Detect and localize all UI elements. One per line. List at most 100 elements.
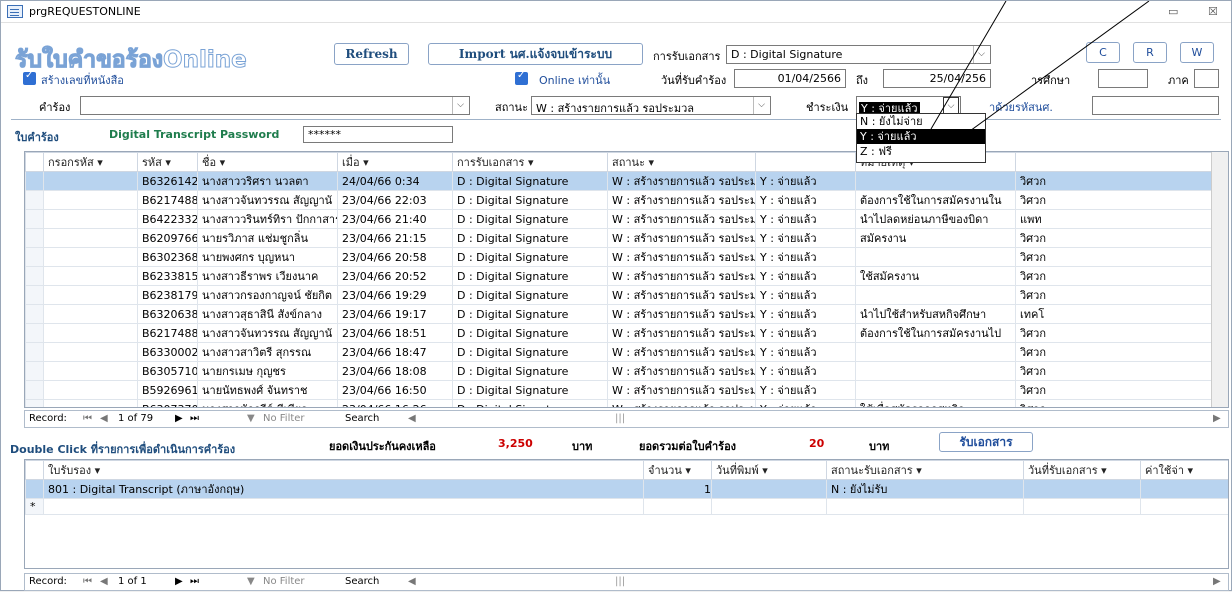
table-cell[interactable] (43, 323, 138, 343)
table-cell[interactable]: นายกรเมษ กุญชร (197, 361, 338, 381)
table-cell[interactable]: D : Digital Signature (452, 247, 608, 267)
new-record-row[interactable]: * (25, 498, 1228, 515)
table-cell[interactable] (43, 380, 138, 400)
table-cell[interactable]: วิศวก (1015, 266, 1214, 286)
table-cell[interactable] (855, 361, 1016, 381)
table-cell[interactable]: Y : จ่ายแล้ว (755, 190, 856, 210)
table-cell[interactable]: นางสาวจันทวรรณ สัญญานั (197, 323, 338, 343)
column-header[interactable]: ชื่อ ▾ (197, 152, 338, 172)
row-selector[interactable] (25, 342, 44, 362)
table-row[interactable]: 801 : Digital Transcript (ภาษาอังกฤษ) 1 N … (25, 479, 1228, 499)
table-cell[interactable] (43, 266, 138, 286)
table-cell[interactable]: W : สร้างรายการแล้ว รอประม (607, 247, 756, 267)
column-header[interactable]: ค่าใช้จ่า ▾ (1140, 460, 1228, 480)
next-record-icon[interactable]: ▶ (175, 413, 183, 424)
table-row[interactable]: B6217488 นางสาวจันทวรรณ สัญญานั 23/04/66 2… (25, 190, 1214, 210)
table-cell[interactable]: B6326142 (137, 171, 198, 191)
row-selector[interactable] (25, 479, 44, 499)
new-record-marker[interactable]: * (25, 498, 44, 515)
table-cell[interactable]: Y : จ่ายแล้ว (755, 361, 856, 381)
scroll-right-icon[interactable]: ▶ (1213, 576, 1221, 587)
table-row[interactable]: B6209766 นายรวิภาส แช่มชูกลิ่น 23/04/66 21… (25, 228, 1214, 248)
table-row[interactable]: B6238179 นางสาวกรองกาญจน์ ชัยกิต 23/04/66 … (25, 285, 1214, 305)
table-row[interactable]: B6233815 นางสาวธีราพร เวียงนาค 23/04/66 20… (25, 266, 1214, 286)
table-cell[interactable]: W : สร้างรายการแล้ว รอประม (607, 209, 756, 229)
table-cell[interactable]: Y : จ่ายแล้ว (755, 247, 856, 267)
table-cell[interactable]: B6307370 (137, 399, 198, 407)
table-cell[interactable]: W : สร้างรายการแล้ว รอประม (607, 323, 756, 343)
table-cell[interactable]: B6422332 (137, 209, 198, 229)
table-cell[interactable]: วิศวก (1015, 361, 1214, 381)
table-cell[interactable] (826, 498, 1024, 515)
table-cell[interactable] (43, 209, 138, 229)
online-only-checkbox[interactable] (515, 70, 528, 85)
scroll-thumb[interactable]: ||| (615, 576, 625, 587)
scroll-thumb[interactable]: ||| (615, 413, 625, 424)
table-cell[interactable]: B6209766 (137, 228, 198, 248)
row-selector[interactable] (25, 361, 44, 381)
column-header[interactable] (755, 152, 856, 172)
table-cell[interactable]: 801 : Digital Transcript (ภาษาอังกฤษ) (43, 479, 644, 499)
table-cell[interactable]: Y : จ่ายแล้ว (755, 171, 856, 191)
table-cell[interactable]: 23/04/66 21:15 (337, 228, 453, 248)
table-cell[interactable]: ใช้สมัครงาน (855, 266, 1016, 286)
table-cell[interactable]: B5926961 (137, 380, 198, 400)
column-header[interactable]: ใบรับรอง ▾ (43, 460, 644, 480)
vertical-scrollbar[interactable] (1211, 152, 1228, 407)
table-cell[interactable]: D : Digital Signature (452, 266, 608, 286)
table-cell[interactable] (43, 399, 138, 407)
table-row[interactable]: B6307370นางสาวนัจจรีย์ มีเพียร23/04/66 1… (25, 399, 1214, 407)
table-cell[interactable]: นางสาวนัจจรีย์ มีเพียร (197, 399, 338, 407)
table-cell[interactable]: 23/04/66 19:17 (337, 304, 453, 324)
table-row[interactable]: B6217488 นางสาวจันทวรรณ สัญญานั 23/04/66 1… (25, 323, 1214, 343)
record-position[interactable]: 1 of 1 (118, 576, 147, 587)
table-cell[interactable]: D : Digital Signature (452, 190, 608, 210)
table-cell[interactable]: วิศวก (1015, 399, 1214, 407)
term-input[interactable] (1194, 69, 1219, 88)
table-cell[interactable]: นายรวิภาส แช่มชูกลิ่น (197, 228, 338, 248)
table-cell[interactable]: วิศวก (1015, 228, 1214, 248)
table-cell[interactable]: นำไปลดหย่อนภาษีของบิดา (855, 209, 1016, 229)
dropdown-option[interactable]: Z : ฟรี (857, 144, 985, 159)
table-cell[interactable]: ใช้เพื่อสมัครออกสหกิจ (855, 399, 1016, 407)
create-no-checkbox[interactable] (23, 70, 36, 85)
c-button[interactable]: C (1086, 42, 1120, 63)
w-button[interactable]: W (1180, 42, 1214, 63)
table-cell[interactable]: 23/04/66 16:26 (337, 399, 453, 407)
table-cell[interactable] (43, 342, 138, 362)
next-record-icon[interactable]: ▶ (175, 576, 183, 587)
search-box[interactable]: Search (345, 413, 379, 424)
table-cell[interactable]: นางสาวกรองกาญจน์ ชัยกิต (197, 285, 338, 305)
table-cell[interactable]: D : Digital Signature (452, 399, 608, 407)
first-record-icon[interactable]: ⏮ (83, 413, 92, 424)
row-selector[interactable] (25, 304, 44, 324)
table-cell[interactable]: วิศวก (1015, 190, 1214, 210)
table-cell[interactable]: ต้องการใช้ในการสมัครงานไป (855, 323, 1016, 343)
chevron-down-icon[interactable]: ⌵ (973, 46, 989, 63)
no-filter-label[interactable]: No Filter (263, 576, 305, 587)
row-selector-header[interactable] (25, 460, 44, 480)
receive-document-button[interactable]: รับเอกสาร (939, 432, 1033, 452)
table-cell[interactable]: W : สร้างรายการแล้ว รอประม (607, 380, 756, 400)
table-cell[interactable]: วิศวก (1015, 342, 1214, 362)
table-cell[interactable] (43, 361, 138, 381)
table-cell[interactable] (43, 498, 644, 515)
table-cell[interactable] (43, 285, 138, 305)
chevron-down-icon[interactable]: ⌵ (943, 97, 959, 114)
table-cell[interactable]: D : Digital Signature (452, 380, 608, 400)
table-cell[interactable] (1023, 498, 1141, 515)
dropdown-option[interactable]: Y : จ่ายแล้ว (857, 129, 985, 144)
chevron-down-icon[interactable]: ⌵ (753, 97, 769, 114)
last-record-icon[interactable]: ⏭ (190, 413, 199, 424)
row-selector[interactable] (25, 399, 44, 407)
table-cell[interactable]: B6238179 (137, 285, 198, 305)
row-selector[interactable] (25, 209, 44, 229)
first-record-icon[interactable]: ⏮ (83, 576, 92, 587)
search-code-input[interactable] (1092, 96, 1219, 115)
no-filter-label[interactable]: No Filter (263, 413, 305, 424)
table-cell[interactable] (855, 342, 1016, 362)
table-cell[interactable]: 1 (643, 479, 712, 499)
table-row[interactable]: B6302368 นายพงศกร บุญหนา 23/04/66 20:58 D :… (25, 247, 1214, 267)
table-cell[interactable]: นายพงศกร บุญหนา (197, 247, 338, 267)
table-cell[interactable]: B6320638 (137, 304, 198, 324)
